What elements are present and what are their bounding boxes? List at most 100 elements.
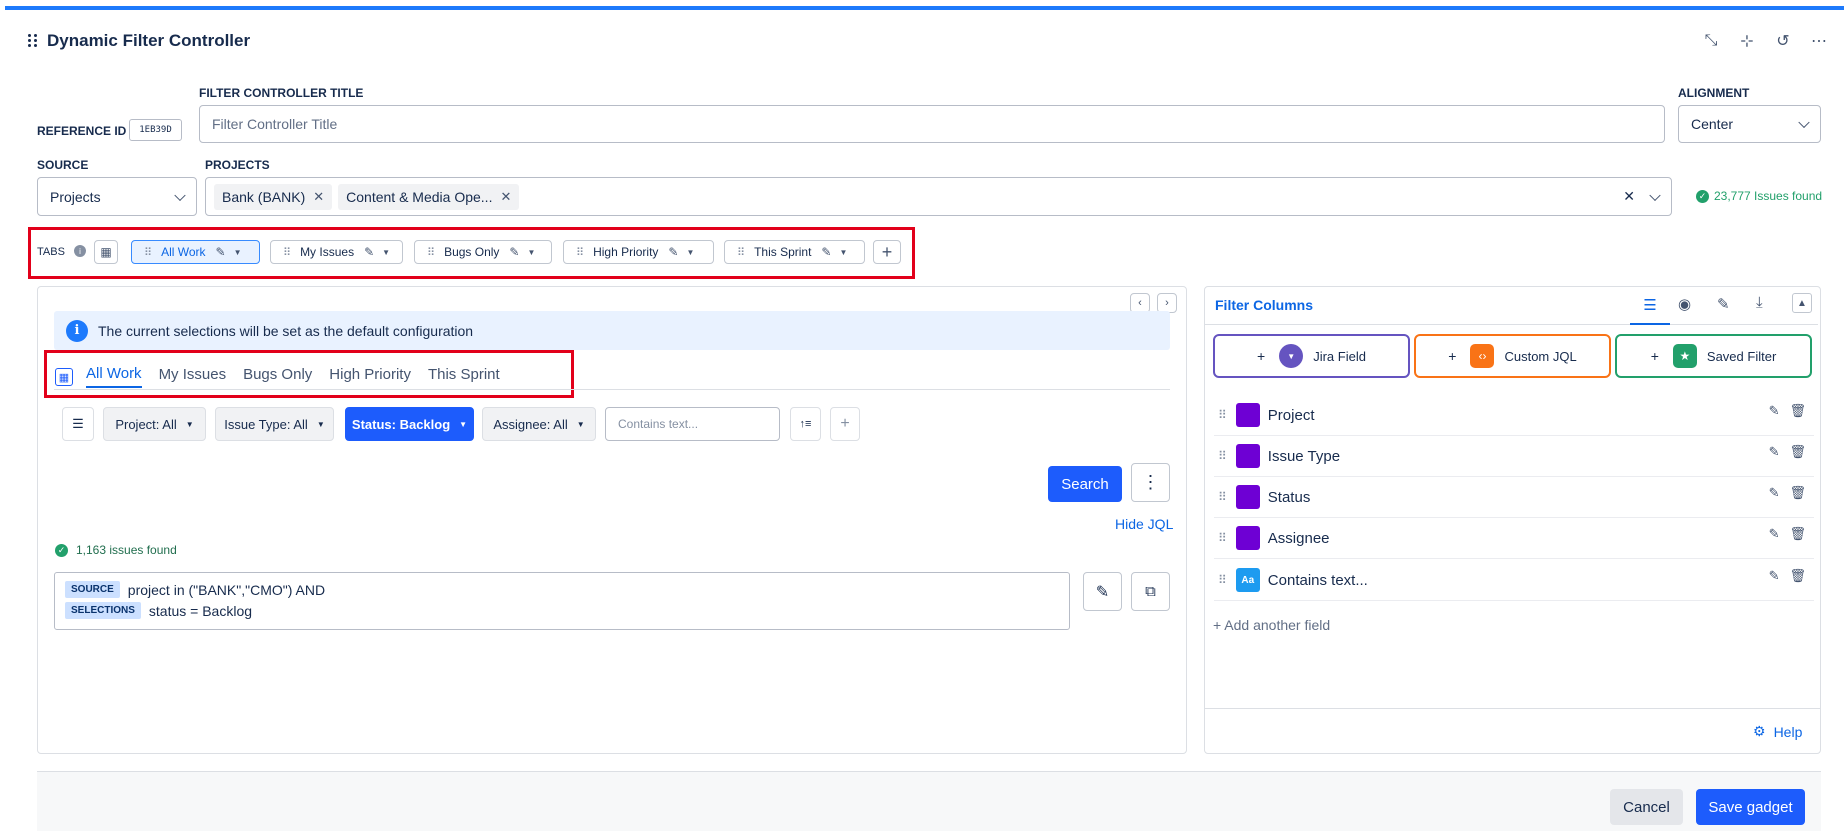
help-link[interactable]: ⚙ Help [1753,723,1802,740]
edit-icon[interactable]: ✎ [1769,568,1780,584]
trash-icon[interactable]: 🗑 [1789,444,1806,460]
save-gadget-button[interactable]: Save gadget [1696,789,1805,825]
caret-down-icon[interactable]: ▼ [527,248,535,257]
result-count: ✓ 1,163 issues found [55,543,177,557]
add-jira-field-button[interactable]: + ▼ Jira Field [1213,334,1410,378]
issue-type-filter[interactable]: Issue Type: All ▼ [215,407,334,441]
edit-icon[interactable]: ✎ [668,245,678,259]
status-filter[interactable]: Status: Backlog ▼ [345,407,474,441]
jql-display: SOURCE project in ("BANK","CMO") AND SEL… [54,572,1070,630]
caret-down-icon[interactable]: ▼ [839,248,847,257]
edit-icon[interactable]: ✎ [1769,444,1780,460]
tab-bugs-only[interactable]: ⠿ Bugs Only ✎ ▼ [414,240,552,264]
drag-icon[interactable]: ⠿ [737,246,745,259]
project-filter[interactable]: Project: All ▼ [103,407,206,441]
remove-icon[interactable]: ✕ [500,189,511,205]
drag-icon[interactable]: ⠿ [427,246,435,259]
download-icon[interactable]: ⤓ [1756,294,1763,311]
add-custom-jql-button[interactable]: + ‹› Custom JQL [1414,334,1611,378]
check-icon: ✓ [55,543,68,557]
remove-icon[interactable]: ✕ [313,189,324,205]
eye-icon[interactable]: ◉ [1678,295,1691,313]
preview-tab-high-priority[interactable]: High Priority [329,366,411,387]
edit-icon[interactable]: ✎ [821,245,831,259]
code-icon: ‹› [1470,344,1495,368]
gadget-header: Dynamic Filter Controller ⤡ ⊹ ↺ ⋯ [0,24,1844,58]
drag-handle-icon[interactable] [28,34,38,48]
cancel-button[interactable]: Cancel [1610,789,1683,825]
project-chip-label: Bank (BANK) [222,188,306,205]
edit-icon[interactable]: ✎ [1769,403,1780,419]
more-vertical-icon[interactable]: ⋮ [1131,463,1170,502]
edit-icon[interactable]: ✎ [1769,526,1780,542]
layout-icon[interactable]: ▦ [94,240,118,264]
search-button[interactable]: Search [1048,466,1122,502]
edit-icon[interactable]: ✎ [1769,485,1780,501]
caret-down-icon[interactable]: ▼ [382,248,390,257]
preview-tab-bugs-only[interactable]: Bugs Only [243,366,312,387]
edit-icon[interactable]: ✎ [216,245,226,259]
field-row-status[interactable]: ⠿ Status ✎ 🗑 [1214,477,1814,518]
contains-text-input[interactable]: Contains text... [605,407,780,441]
add-another-field-link[interactable]: + Add another field [1213,617,1330,633]
edit-icon[interactable]: ✎ [364,245,374,259]
edit-icon[interactable]: ✎ [1717,295,1730,313]
refresh-icon[interactable]: ↺ [1772,30,1794,52]
copy-icon[interactable]: ⧉ [1131,572,1170,611]
issues-found-text: 23,777 Issues found [1714,189,1823,203]
hide-jql-link[interactable]: Hide JQL [1115,516,1173,532]
next-icon[interactable]: › [1157,293,1177,313]
collapse-panel-icon[interactable]: ▲ [1792,293,1812,313]
drag-icon[interactable]: ⠿ [1218,449,1227,463]
more-icon[interactable]: ⋯ [1808,30,1830,52]
preview-tab-this-sprint[interactable]: This Sprint [428,366,500,387]
drag-icon[interactable]: ⠿ [576,246,584,259]
preview-tab-all-work[interactable]: All Work [86,365,142,388]
preview-tab-my-issues[interactable]: My Issues [159,366,227,387]
page-title: Dynamic Filter Controller [47,31,251,50]
trash-icon[interactable]: 🗑 [1789,568,1806,584]
trash-icon[interactable]: 🗑 [1789,403,1806,419]
drag-icon[interactable]: ⠿ [1218,408,1227,422]
tab-my-issues[interactable]: ⠿ My Issues ✎ ▼ [270,240,403,264]
field-row-assignee[interactable]: ⠿ Assignee ✎ 🗑 [1214,518,1814,559]
field-row-issue-type[interactable]: ⠿ Issue Type ✎ 🗑 [1214,436,1814,477]
prev-icon[interactable]: ‹ [1130,293,1150,313]
add-tab-button[interactable]: + [873,240,901,264]
tab-this-sprint[interactable]: ⠿ This Sprint ✎ ▼ [724,240,865,264]
field-row-project[interactable]: ⠿ Project ✎ 🗑 [1214,395,1814,436]
caret-down-icon[interactable]: ▼ [234,248,242,257]
jql-selections-line: SELECTIONS status = Backlog [65,602,252,619]
project-chip[interactable]: Bank (BANK) ✕ [214,183,333,210]
drag-icon[interactable]: ⠿ [1218,573,1227,587]
add-filter-button[interactable]: + [830,407,860,441]
info-icon[interactable]: i [74,245,86,257]
layout-icon[interactable]: ▦ [55,368,73,386]
collapse-icon[interactable]: ⤡ [1700,30,1722,52]
projects-multiselect[interactable]: Bank (BANK) ✕ Content & Media Ope... ✕ ✕ [205,177,1672,216]
title-input[interactable]: Filter Controller Title [199,105,1665,143]
alignment-value: Center [1691,116,1734,132]
filter-icon[interactable]: ☰ [62,407,94,441]
field-row-contains-text[interactable]: ⠿ Aa Contains text... ✎ 🗑 [1214,560,1814,601]
list-icon[interactable]: ☰ [1630,287,1670,325]
drag-icon[interactable]: ⠿ [144,246,152,259]
drag-icon[interactable]: ⠿ [1218,490,1227,504]
add-saved-filter-button[interactable]: + ★ Saved Filter [1615,334,1812,378]
clear-icon[interactable]: ✕ [1623,188,1635,205]
edit-icon[interactable]: ✎ [509,245,519,259]
trash-icon[interactable]: 🗑 [1789,485,1806,501]
tab-high-priority[interactable]: ⠿ High Priority ✎ ▼ [563,240,714,264]
source-select[interactable]: Projects [37,177,197,216]
alignment-select[interactable]: Center [1678,105,1821,143]
project-chip[interactable]: Content & Media Ope... ✕ [338,183,520,210]
sort-icon[interactable]: ↑≡ [790,407,821,441]
trash-icon[interactable]: 🗑 [1789,526,1806,542]
assignee-filter[interactable]: Assignee: All ▼ [482,407,596,441]
drag-icon[interactable]: ⠿ [1218,531,1227,545]
drag-icon[interactable]: ⠿ [283,246,291,259]
shrink-icon[interactable]: ⊹ [1736,30,1758,52]
caret-down-icon[interactable]: ▼ [686,248,694,257]
tab-all-work[interactable]: ⠿ All Work ✎ ▼ [131,240,260,264]
edit-jql-icon[interactable]: ✎ [1083,572,1122,611]
